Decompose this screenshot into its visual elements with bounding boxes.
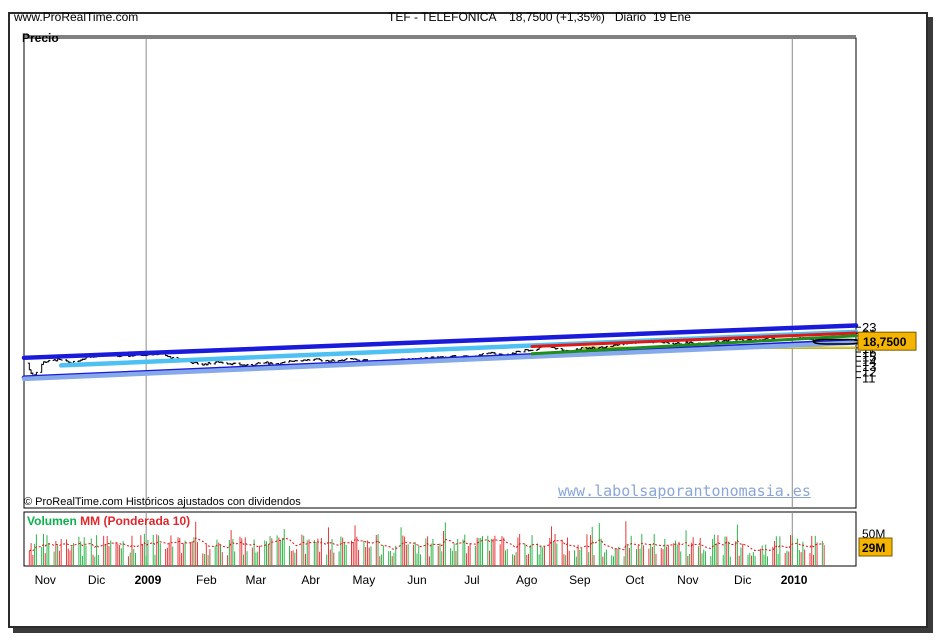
x-tick-label: Mar: [246, 573, 267, 587]
chart-canvas: 111213141516171819212318,7500NovDic2009F…: [21, 35, 917, 587]
x-tick-label: May: [353, 573, 376, 587]
watermark-link[interactable]: www.labolsaporantonomasia.es: [558, 482, 811, 500]
x-tick-label: Nov: [677, 573, 698, 587]
price-panel-caption: Precio: [22, 31, 59, 45]
x-tick-label: Ago: [516, 573, 538, 587]
instrument-title: TEF - TELEFONICA 18,7500 (+1,35%) Diario…: [388, 10, 691, 24]
x-tick-label: Nov: [35, 573, 56, 587]
footer-note: © ProRealTime.com Históricos ajustados c…: [24, 496, 301, 508]
x-tick-label: Dic: [88, 573, 105, 587]
x-tick-label: Feb: [196, 573, 217, 587]
x-tick-label: Jul: [464, 573, 479, 587]
x-tick-label: 2009: [135, 573, 162, 587]
volume-label: Volumen: [27, 514, 77, 528]
last-price-label: 18,7500: [863, 335, 907, 349]
price-panel: [23, 37, 857, 509]
moving-average-label: MM (Ponderada 10): [80, 514, 191, 528]
volume-last-label: 29M: [862, 541, 885, 555]
site-title: www.ProRealTime.com: [14, 10, 139, 24]
x-tick-label: Oct: [625, 573, 644, 587]
x-tick-label: Abr: [301, 573, 320, 587]
x-tick-label: Dic: [734, 573, 751, 587]
x-tick-label: 2010: [781, 573, 808, 587]
volume-panel-title: Volumen MM (Ponderada 10): [27, 514, 190, 528]
x-tick-label: Jun: [407, 573, 426, 587]
x-tick-label: Sep: [569, 573, 591, 587]
